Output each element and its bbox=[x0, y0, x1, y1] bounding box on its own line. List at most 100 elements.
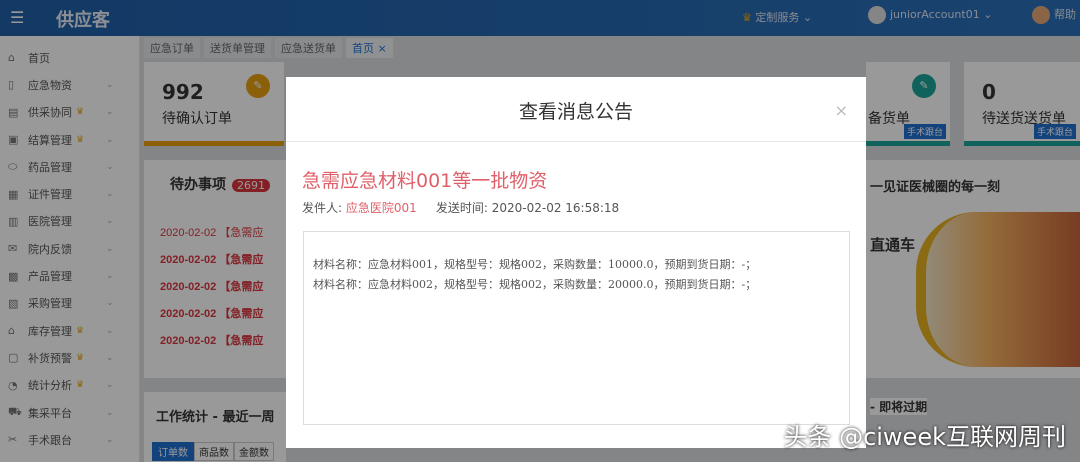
sidebar-item-label: 应急物资 bbox=[28, 78, 72, 92]
tab-item-count[interactable]: 商品数 bbox=[194, 442, 234, 461]
sidebar-item-label: 结算管理 bbox=[28, 133, 72, 147]
card-tag: 手术跟台 bbox=[1033, 124, 1076, 139]
logo: 供应客 bbox=[56, 10, 110, 31]
pie-chart-icon: ◔ bbox=[8, 378, 18, 392]
tab-delivery-management[interactable]: 送货单管理 bbox=[204, 38, 271, 58]
chevron-down-icon: ⌄ bbox=[106, 134, 114, 145]
sidebar-item-label: 集采平台 bbox=[28, 406, 72, 420]
crown-icon: ♛ bbox=[76, 352, 85, 363]
pill-icon: ⬭ bbox=[8, 159, 18, 173]
sidebar-item-label: 供采协同 bbox=[28, 106, 72, 120]
stats-tabs: 订单数 商品数 金额数 bbox=[152, 442, 274, 461]
card-count: 992 bbox=[162, 80, 204, 104]
sidebar: ⌂ 首页 ▯ 应急物资 ⌄ ▤ 供采协同 ♛ ⌄ ▣ 结算管理 ♛ ⌄ ⬭ 药品管理 ⌄ ▦ 证件管理 ⌄ ▥ 医院管理… bbox=[0, 36, 140, 462]
sidebar-item[interactable]: ▤ 供采协同 ♛ ⌄ bbox=[0, 99, 139, 126]
chevron-down-icon: ⌄ bbox=[106, 434, 114, 445]
sidebar-item[interactable]: ✉ 院内反馈 ⌄ bbox=[0, 235, 139, 262]
settlement-icon: ▣ bbox=[8, 133, 19, 147]
todo-item[interactable]: 2020-02-02 【急需应 bbox=[160, 224, 263, 240]
close-icon[interactable]: × bbox=[835, 101, 848, 120]
document-icon: ▯ bbox=[8, 78, 15, 92]
help-label: 帮助 bbox=[1054, 8, 1076, 21]
avatar bbox=[868, 6, 886, 24]
sidebar-item[interactable]: ▣ 结算管理 ♛ ⌄ bbox=[0, 126, 139, 153]
sidebar-item-label: 医院管理 bbox=[28, 215, 72, 229]
todo-title: 待办事项 2691 bbox=[170, 174, 270, 194]
sidebar-item-label: 药品管理 bbox=[28, 160, 72, 174]
sidebar-item-label: 产品管理 bbox=[28, 270, 72, 284]
news-panel: 一见证医械圈的每一刻 直通车 bbox=[866, 160, 1080, 378]
card-count: 0 bbox=[982, 80, 996, 104]
chevron-down-icon: ⌄ bbox=[106, 216, 114, 227]
chevron-down-icon: ⌄ bbox=[106, 271, 114, 282]
card-pending-delivery[interactable]: 0 待送货送货单 手术跟台 bbox=[964, 62, 1080, 146]
crown-icon: ♛ bbox=[76, 380, 85, 391]
news-title: 一见证医械圈的每一刻 bbox=[870, 180, 1001, 195]
sidebar-item[interactable]: ⌂ 首页 bbox=[0, 44, 139, 71]
chevron-down-icon: ⌄ bbox=[106, 298, 114, 309]
message-meta: 发件人: 应急医院001 发送时间: 2020-02-02 16:58:18 bbox=[302, 199, 619, 216]
crown-icon: ♛ bbox=[742, 11, 752, 24]
chevron-down-icon: ⌄ bbox=[106, 107, 114, 118]
tab-emergency-delivery[interactable]: 应急送货单 bbox=[275, 38, 342, 58]
warehouse-icon: ⌂ bbox=[8, 324, 15, 338]
chevron-down-icon: ⌄ bbox=[106, 380, 114, 391]
top-bar: ☰ 供应客 ♛ 定制服务 ⌄ juniorAccount01 ⌄ 帮助 bbox=[0, 0, 1080, 36]
divider bbox=[286, 141, 866, 142]
sidebar-item[interactable]: ▦ 证件管理 ⌄ bbox=[0, 180, 139, 207]
todo-item[interactable]: 2020-02-02 【急需应 bbox=[160, 332, 263, 348]
banner-text: 直通车 bbox=[870, 236, 916, 254]
crown-icon: ♛ bbox=[76, 107, 85, 118]
expiry-title: - 即将过期 bbox=[870, 398, 928, 415]
card-pending-orders[interactable]: 992 待确认订单 ✎ bbox=[144, 62, 284, 146]
certificate-icon: ▦ bbox=[8, 187, 19, 201]
chevron-down-icon: ⌄ bbox=[106, 352, 114, 363]
card-tag: 手术跟台 bbox=[903, 124, 946, 139]
feedback-icon: ✉ bbox=[8, 242, 18, 256]
todo-title-text: 待办事项 bbox=[170, 177, 226, 193]
stats-title: 工作统计 - 最近一周 bbox=[156, 410, 275, 425]
sidebar-item[interactable]: ▢ 补货预警 ♛ ⌄ bbox=[0, 344, 139, 371]
todo-item[interactable]: 2020-02-02 【急需应 bbox=[160, 305, 263, 321]
chevron-down-icon: ⌄ bbox=[106, 189, 114, 200]
modal-title: 查看消息公告 bbox=[518, 101, 633, 123]
chevron-down-icon: ⌄ bbox=[106, 407, 114, 418]
sidebar-item-label: 补货预警 bbox=[28, 351, 72, 365]
alert-box-icon: ▢ bbox=[8, 351, 19, 365]
time-label: 发送时间: bbox=[435, 201, 488, 215]
sidebar-item[interactable]: ⌂ 库存管理 ♛ ⌄ bbox=[0, 317, 139, 344]
tab-amount[interactable]: 金额数 bbox=[234, 442, 274, 461]
sidebar-item[interactable]: ◔ 统计分析 ♛ ⌄ bbox=[0, 372, 139, 399]
announcement-modal: 查看消息公告 × 急需应急材料001等一批物资 发件人: 应急医院001 发送时… bbox=[286, 77, 866, 448]
sidebar-item[interactable]: ⬭ 药品管理 ⌄ bbox=[0, 153, 139, 180]
scissors-icon: ✂ bbox=[8, 433, 18, 447]
card-stock-orders[interactable]: 备货单 ✎ 手术跟台 bbox=[866, 62, 950, 146]
todo-item[interactable]: 2020-02-02 【急需应 bbox=[160, 278, 263, 294]
todo-count-badge: 2691 bbox=[232, 179, 270, 192]
send-time: 2020-02-02 16:58:18 bbox=[491, 201, 620, 215]
sidebar-item[interactable]: ⛟ 集采平台 ⌄ bbox=[0, 399, 139, 426]
help-icon bbox=[1032, 6, 1050, 24]
custom-service-menu[interactable]: ♛ 定制服务 ⌄ bbox=[742, 9, 812, 25]
crown-icon: ♛ bbox=[76, 325, 85, 336]
close-icon[interactable]: × bbox=[378, 42, 387, 55]
hamburger-menu-icon[interactable]: ☰ bbox=[10, 8, 24, 27]
sidebar-item[interactable]: ✂ 手术跟台 ⌄ bbox=[0, 426, 139, 453]
cart-icon: ⛟ bbox=[8, 405, 22, 418]
sidebar-item[interactable]: ▥ 医院管理 ⌄ bbox=[0, 208, 139, 235]
news-banner-image[interactable] bbox=[916, 212, 1080, 367]
sidebar-item[interactable]: ▩ 产品管理 ⌄ bbox=[0, 262, 139, 289]
username: juniorAccount01 bbox=[890, 8, 980, 21]
sidebar-item[interactable]: ▯ 应急物资 ⌄ bbox=[0, 71, 139, 98]
user-menu[interactable]: juniorAccount01 ⌄ bbox=[868, 6, 992, 24]
order-icon: ✎ bbox=[912, 74, 936, 98]
tab-home[interactable]: 首页 × bbox=[346, 38, 393, 58]
help-button[interactable]: 帮助 bbox=[1032, 6, 1076, 24]
sidebar-item[interactable]: ▧ 采购管理 ⌄ bbox=[0, 290, 139, 317]
todo-item[interactable]: 2020-02-02 【急需应 bbox=[160, 251, 263, 267]
tab-emergency-orders[interactable]: 应急订单 bbox=[144, 38, 200, 58]
tab-order-count[interactable]: 订单数 bbox=[152, 442, 194, 461]
card-label: 待确认订单 bbox=[162, 111, 232, 127]
order-icon: ✎ bbox=[246, 74, 270, 98]
sidebar-item-label: 手术跟台 bbox=[28, 433, 72, 447]
